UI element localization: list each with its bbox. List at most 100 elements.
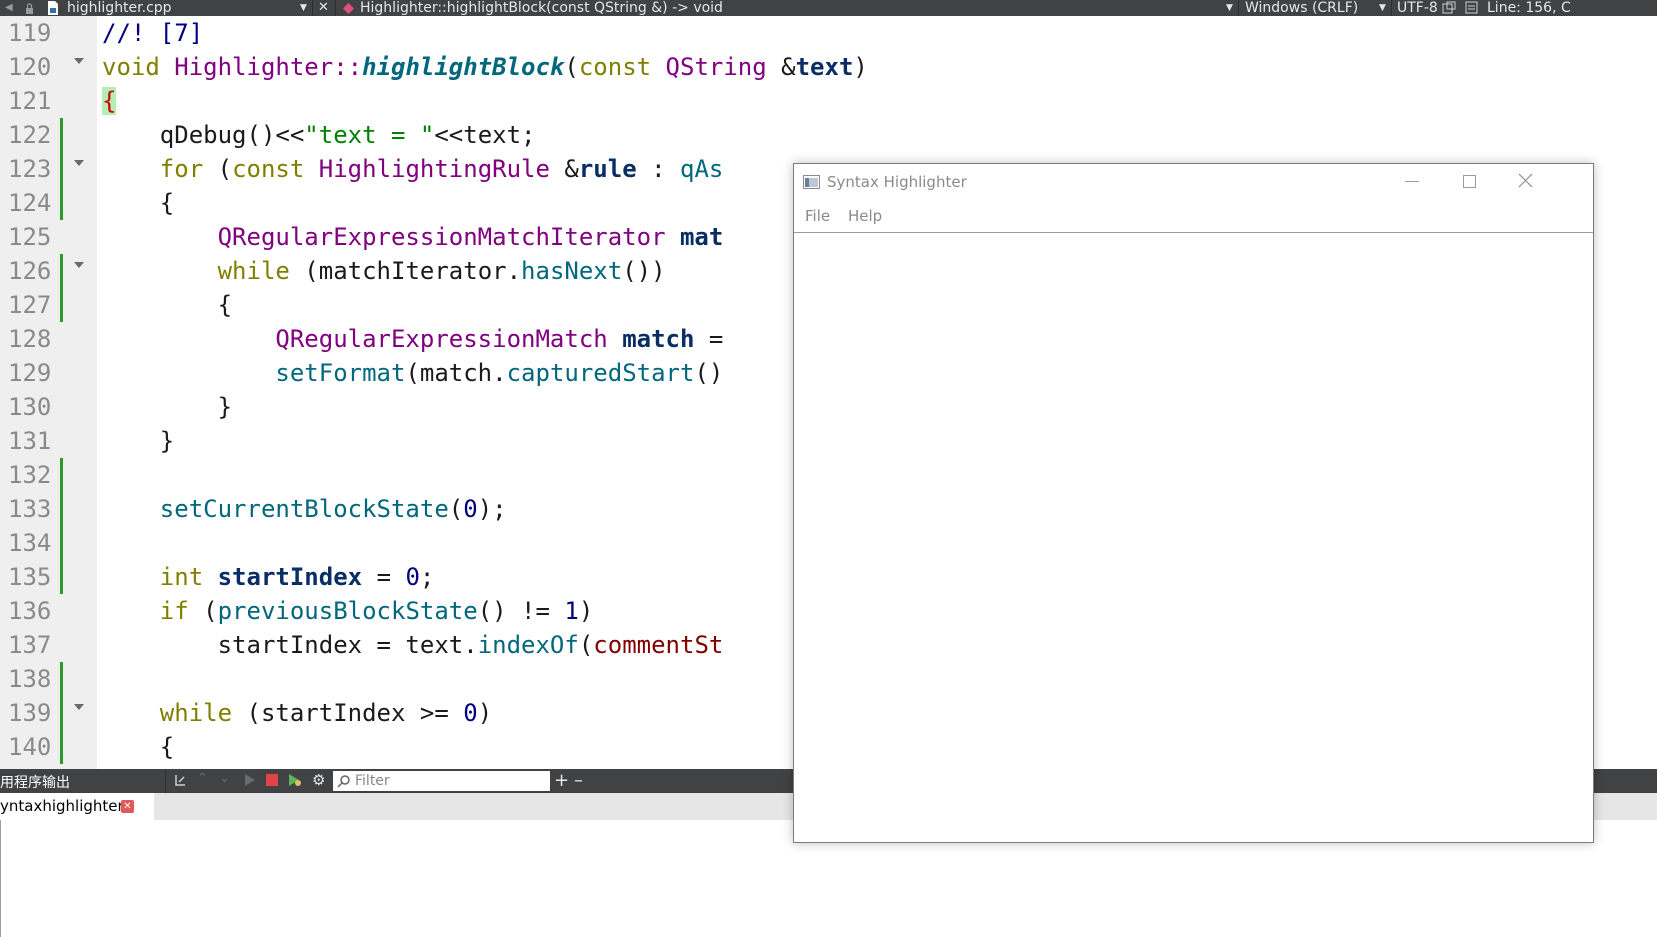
close-tab-icon[interactable]: ✕ xyxy=(121,800,134,813)
settings-gear-icon[interactable]: ⚙ xyxy=(312,771,325,789)
output-filter-input[interactable]: Filter xyxy=(333,771,550,791)
previous-item-icon[interactable]: ⌃ xyxy=(197,771,208,786)
maximize-icon[interactable] xyxy=(1463,175,1476,188)
code-token: hasNext xyxy=(521,257,623,285)
gutter-row: 123 xyxy=(0,152,97,186)
line-number: 122 xyxy=(8,121,52,149)
zoom-in-icon[interactable]: + xyxy=(554,770,569,791)
fold-arrow-icon[interactable] xyxy=(74,262,84,268)
code-line[interactable]: while (matchIterator.hasNext()) xyxy=(102,254,666,288)
syntax-highlighter-window[interactable]: Syntax Highlighter File Help xyxy=(793,163,1594,843)
line-number-gutter: 119 120 121 122 123 124 125 126 127 128 … xyxy=(0,16,97,769)
fold-arrow-icon[interactable] xyxy=(74,160,84,166)
code-line[interactable]: } xyxy=(102,390,232,424)
split-view-icon[interactable] xyxy=(1442,1,1456,16)
output-tab[interactable]: yntaxhighlighter ✕ xyxy=(0,793,154,820)
code-token: qAs xyxy=(680,155,724,183)
code-line[interactable]: startIndex = text.indexOf(commentSt xyxy=(102,628,724,662)
gutter-row: 128 xyxy=(0,322,97,356)
code-line[interactable]: QRegularExpressionMatch match = xyxy=(102,322,723,356)
code-token: ) xyxy=(853,53,868,81)
zoom-out-icon[interactable]: – xyxy=(574,770,583,791)
modified-line-marker xyxy=(60,458,63,492)
code-line[interactable]: qDebug()<<"text = "<<text; xyxy=(102,118,536,152)
code-line[interactable]: if (previousBlockState() != 1) xyxy=(102,594,594,628)
back-arrow-icon[interactable]: ◀ xyxy=(5,0,13,16)
menu-file[interactable]: File xyxy=(805,207,830,225)
code-token: int xyxy=(159,563,204,591)
code-token: 0 xyxy=(463,699,478,727)
debug-run-icon[interactable] xyxy=(288,773,302,791)
modified-line-marker xyxy=(60,730,63,764)
gutter-row: 140 xyxy=(0,730,97,764)
highlighter-text-area[interactable] xyxy=(794,233,1593,842)
code-token: 0 xyxy=(463,495,478,523)
code-token: previousBlockState xyxy=(217,597,478,625)
current-symbol[interactable]: Highlighter::highlightBlock(const QStrin… xyxy=(360,0,723,16)
line-number: 139 xyxy=(8,699,52,727)
code-token: while xyxy=(159,699,233,727)
lock-icon xyxy=(25,2,34,14)
code-line[interactable]: { xyxy=(102,730,174,764)
code-line[interactable]: } xyxy=(102,424,174,458)
line-number: 134 xyxy=(8,529,52,557)
code-token: } xyxy=(217,393,233,421)
code-token: ( xyxy=(578,631,594,659)
file-dropdown-icon[interactable]: ▼ xyxy=(300,0,307,16)
window-title: Syntax Highlighter xyxy=(827,173,967,191)
modified-line-marker xyxy=(60,526,63,560)
attach-icon[interactable] xyxy=(173,773,187,791)
code-token: <<text; xyxy=(434,121,536,149)
code-token: (matchIterator. xyxy=(304,257,522,285)
window-title-bar[interactable]: Syntax Highlighter xyxy=(794,164,1593,198)
gutter-row: 133 xyxy=(0,492,97,526)
next-item-icon[interactable]: ⌄ xyxy=(219,771,230,786)
code-line[interactable]: for (const HighlightingRule &rule : qAs xyxy=(102,152,724,186)
code-line[interactable]: { xyxy=(102,288,232,322)
gutter-row: 124 xyxy=(0,186,97,220)
symbol-dropdown-icon[interactable]: ▼ xyxy=(1226,0,1233,16)
code-line[interactable]: setFormat(match.capturedStart() xyxy=(102,356,723,390)
run-icon[interactable] xyxy=(244,773,256,791)
code-line[interactable]: setCurrentBlockState(0); xyxy=(102,492,507,526)
stop-icon[interactable] xyxy=(266,774,278,786)
code-line[interactable]: { xyxy=(102,186,174,220)
menu-help[interactable]: Help xyxy=(848,207,882,225)
code-line[interactable]: { xyxy=(102,84,117,118)
code-line[interactable]: int startIndex = 0; xyxy=(102,560,435,594)
code-line[interactable]: //! [7] xyxy=(102,16,203,50)
code-line[interactable]: QRegularExpressionMatchIterator mat xyxy=(102,220,724,254)
line-number: 133 xyxy=(8,495,52,523)
cpp-file-icon xyxy=(47,1,59,16)
code-token: = xyxy=(708,325,724,353)
gutter-row: 131 xyxy=(0,424,97,458)
gutter-row: 132 xyxy=(0,458,97,492)
fold-arrow-icon[interactable] xyxy=(74,58,84,64)
open-file-name[interactable]: highlighter.cpp xyxy=(67,0,172,16)
close-document-icon[interactable]: ✕ xyxy=(318,0,329,16)
gutter-row: 135 xyxy=(0,560,97,594)
line-number: 132 xyxy=(8,461,52,489)
code-token: indexOf xyxy=(477,631,579,659)
code-token: ) xyxy=(578,597,594,625)
code-token: ); xyxy=(477,495,507,523)
close-window-icon[interactable] xyxy=(1518,173,1533,192)
line-ending-dropdown-icon[interactable]: ▼ xyxy=(1379,0,1386,16)
code-line[interactable]: while (startIndex >= 0) xyxy=(102,696,492,730)
document-icon[interactable] xyxy=(1465,1,1478,16)
fold-arrow-icon[interactable] xyxy=(74,704,84,710)
code-token: & xyxy=(781,53,796,81)
line-ending-selector[interactable]: Windows (CRLF) xyxy=(1245,0,1358,16)
code-token: setFormat xyxy=(275,359,406,387)
encoding-selector[interactable]: UTF-8 xyxy=(1397,0,1438,16)
code-token: while xyxy=(217,257,290,285)
code-token: ( xyxy=(203,597,218,625)
code-token: mat xyxy=(679,223,724,251)
minimize-icon[interactable] xyxy=(1405,181,1419,182)
line-number: 138 xyxy=(8,665,52,693)
code-token: startIndex xyxy=(217,563,363,591)
modified-line-marker xyxy=(60,696,63,730)
code-line[interactable]: void Highlighter::highlightBlock(const Q… xyxy=(102,50,868,84)
toolbar-separator xyxy=(312,0,313,16)
cursor-position[interactable]: Line: 156, C xyxy=(1487,0,1571,16)
